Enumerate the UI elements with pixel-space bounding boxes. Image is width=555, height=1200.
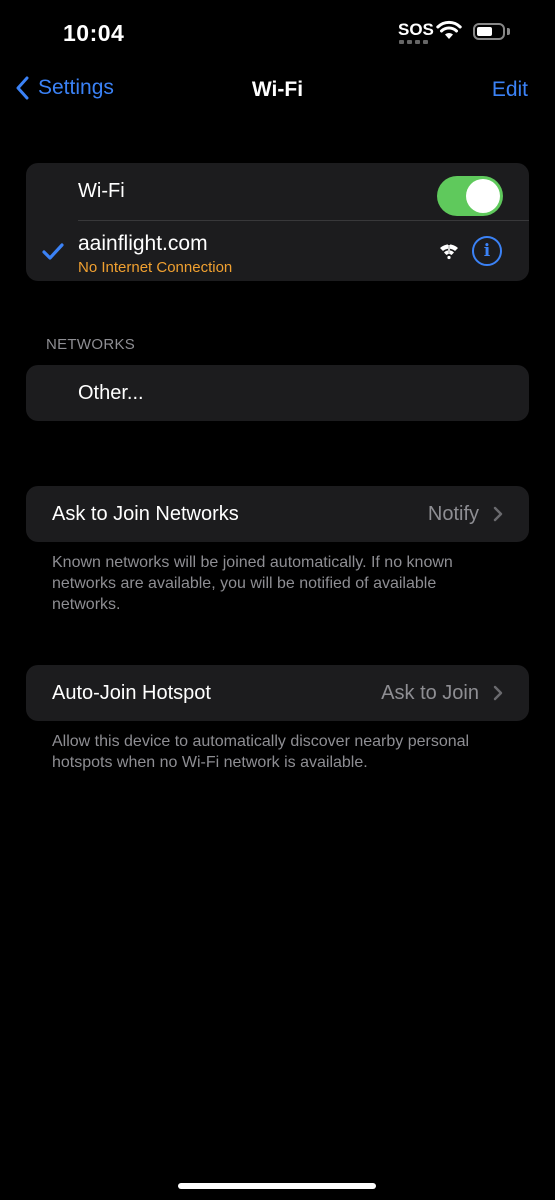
clock: 10:04 bbox=[63, 20, 125, 46]
network-status: No Internet Connection bbox=[78, 259, 233, 276]
wifi-no-internet-icon bbox=[440, 244, 458, 260]
auto-join-hotspot-value: Ask to Join bbox=[381, 682, 479, 704]
home-indicator[interactable] bbox=[178, 1183, 376, 1189]
toggle-knob bbox=[466, 179, 500, 213]
battery-cap bbox=[507, 28, 510, 35]
signal-dots-icon bbox=[399, 40, 428, 44]
info-button[interactable]: i bbox=[472, 236, 502, 266]
ask-to-join-footer: Known networks will be joined automatica… bbox=[52, 554, 453, 613]
ask-to-join-row[interactable]: Ask to Join Networks Notify bbox=[26, 486, 529, 542]
ask-to-join-group: Ask to Join Networks Notify bbox=[26, 486, 529, 542]
navigation-bar: Settings Wi-Fi Edit bbox=[0, 70, 555, 110]
networks-group: Other... bbox=[26, 365, 529, 421]
chevron-right-icon bbox=[493, 506, 503, 522]
status-bar: 10:04 SOS bbox=[0, 0, 555, 60]
wifi-label: Wi-Fi bbox=[78, 180, 125, 202]
wifi-group: Wi-Fi aainflight.com No Internet Connect… bbox=[26, 163, 529, 281]
auto-join-hotspot-footer: Allow this device to automatically disco… bbox=[52, 733, 470, 771]
wifi-toggle[interactable] bbox=[437, 176, 503, 216]
page-title: Wi-Fi bbox=[251, 78, 304, 101]
auto-join-hotspot-group: Auto-Join Hotspot Ask to Join bbox=[26, 665, 529, 721]
chevron-right-icon bbox=[493, 685, 503, 701]
sos-indicator: SOS bbox=[398, 20, 434, 39]
wifi-icon bbox=[436, 20, 462, 39]
network-name: aainflight.com bbox=[78, 232, 208, 255]
other-network-row[interactable]: Other... bbox=[26, 365, 529, 421]
auto-join-hotspot-label: Auto-Join Hotspot bbox=[52, 682, 211, 704]
ask-to-join-value: Notify bbox=[427, 503, 479, 525]
auto-join-hotspot-row[interactable]: Auto-Join Hotspot Ask to Join bbox=[26, 665, 529, 721]
checkmark-icon bbox=[42, 243, 64, 260]
edit-button[interactable]: Edit bbox=[492, 78, 528, 102]
networks-section-header: NETWORKS bbox=[46, 336, 136, 353]
connected-network-row[interactable]: aainflight.com No Internet Connection i bbox=[26, 221, 529, 281]
battery-icon bbox=[473, 23, 505, 40]
wifi-toggle-row: Wi-Fi bbox=[26, 163, 529, 220]
ask-to-join-label: Ask to Join Networks bbox=[52, 503, 239, 525]
other-label: Other... bbox=[78, 382, 144, 404]
